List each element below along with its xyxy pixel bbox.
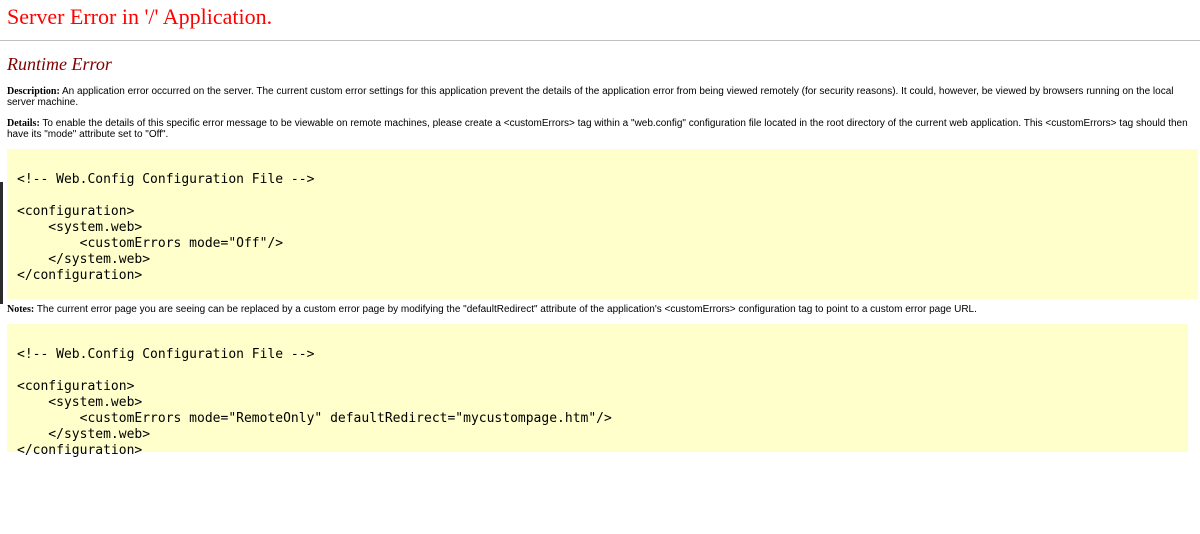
error-page: Server Error in '/' Application. Runtime…	[0, 0, 1200, 458]
description-paragraph: Description: An application error occurr…	[7, 86, 1198, 108]
notes-text: The current error page you are seeing ca…	[34, 304, 977, 315]
details-paragraph: Details: To enable the details of this s…	[7, 118, 1198, 140]
left-edge-bar	[0, 182, 3, 304]
error-subtitle: Runtime Error	[7, 54, 112, 74]
description-text: An application error occurred on the ser…	[7, 86, 1174, 108]
details-text: To enable the details of this specific e…	[7, 118, 1188, 140]
notes-label: Notes:	[7, 304, 35, 315]
config-code-block-remoteonly: <!-- Web.Config Configuration File --> <…	[7, 324, 1188, 458]
title-divider	[0, 40, 1200, 41]
page-title: Server Error in '/' Application.	[7, 4, 273, 29]
description-label: Description:	[7, 86, 60, 97]
config-code-block-off: <!-- Web.Config Configuration File --> <…	[7, 149, 1198, 299]
notes-paragraph: Notes: The current error page you are se…	[7, 304, 1198, 315]
details-label: Details:	[7, 118, 40, 129]
